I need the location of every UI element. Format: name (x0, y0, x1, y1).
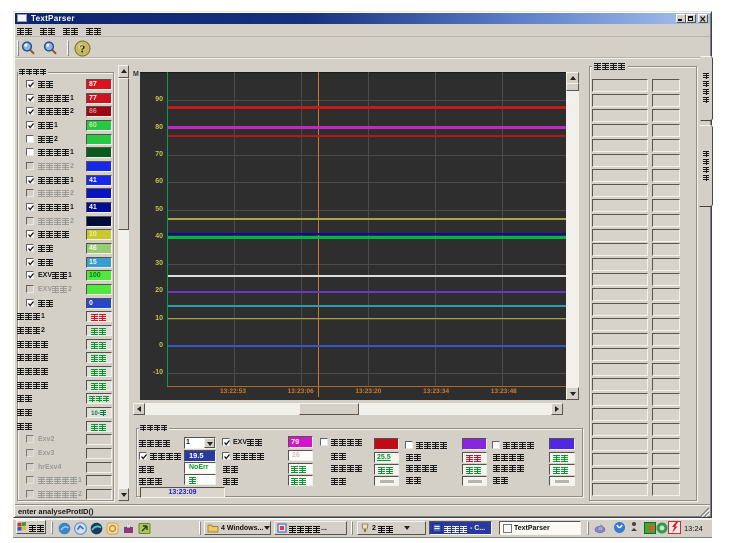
svg-text:?: ? (80, 44, 86, 56)
